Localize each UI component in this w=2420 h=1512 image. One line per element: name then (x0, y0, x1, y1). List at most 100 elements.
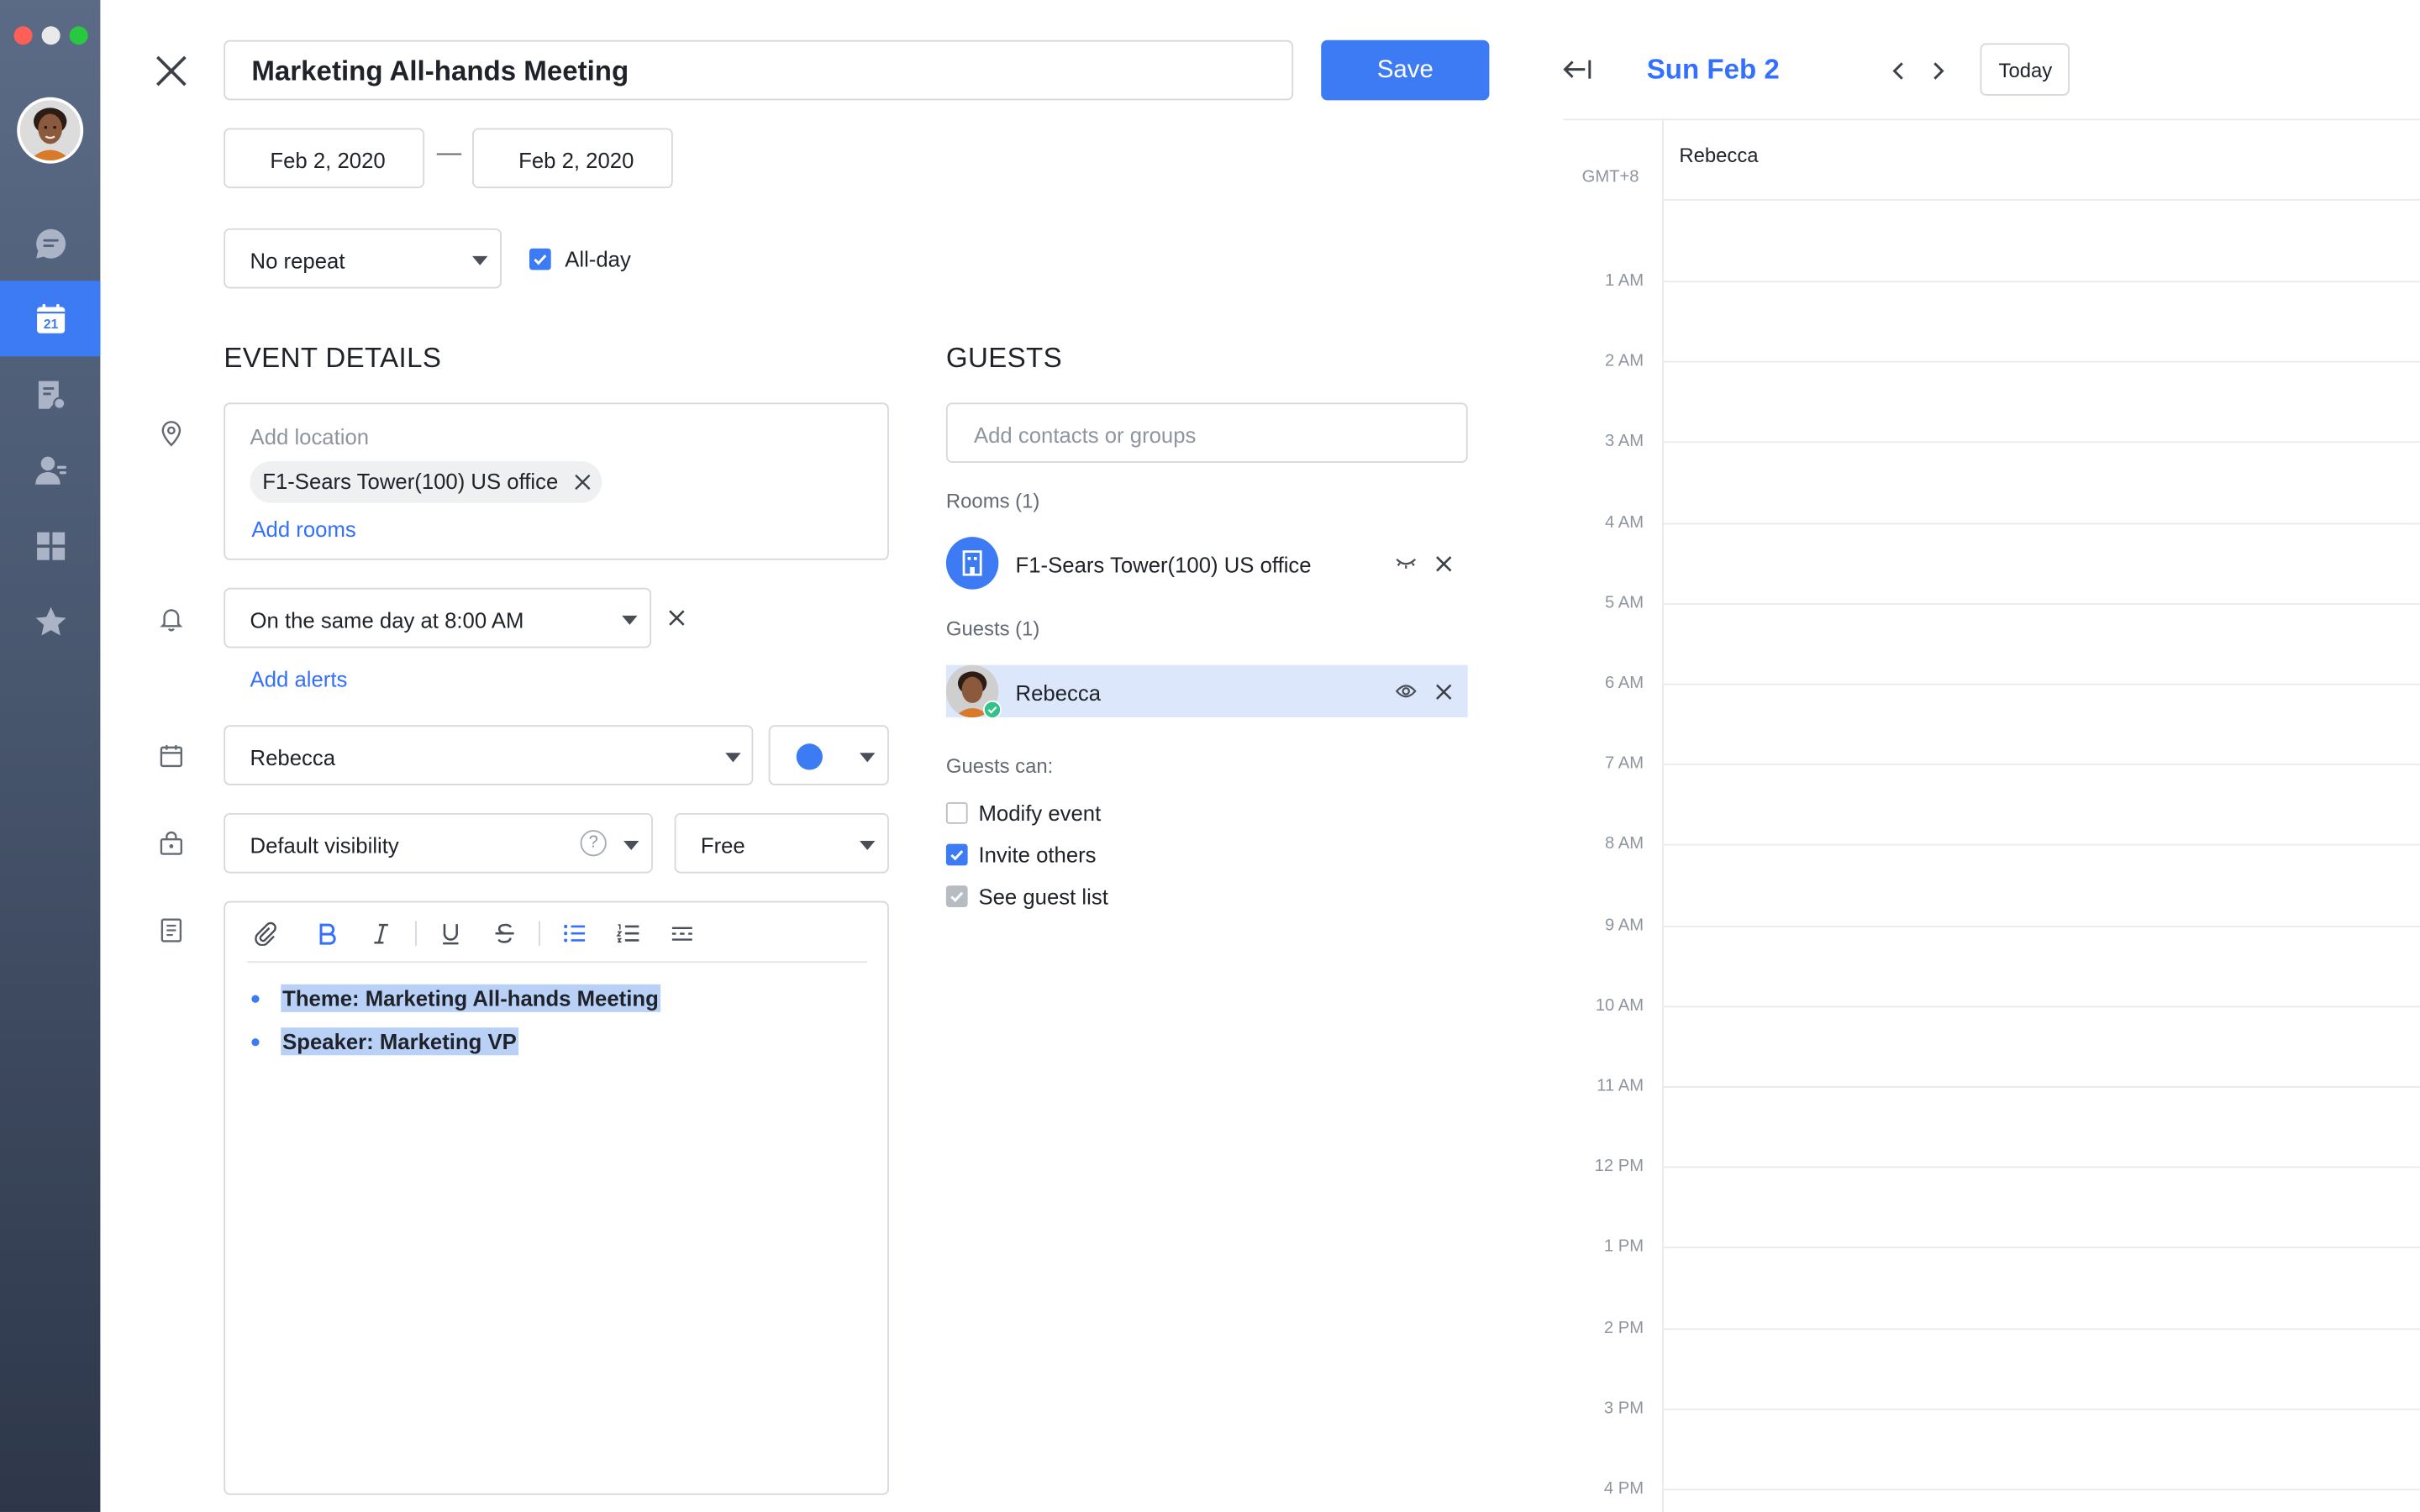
hour-line[interactable] (1662, 1247, 2420, 1249)
check-icon (534, 255, 547, 265)
chevron-right-icon[interactable] (1929, 60, 1948, 82)
event-title-input[interactable]: Marketing All-hands Meeting (224, 39, 1294, 101)
hour-line[interactable] (1662, 1005, 2420, 1007)
time-column-divider (1662, 118, 1664, 1512)
availability-select[interactable]: Free (674, 812, 889, 874)
window-zoom-button[interactable] (69, 26, 88, 45)
sidebar-item-favorites[interactable] (0, 583, 100, 659)
permissions-title: Guests can: (945, 754, 1054, 778)
hour-label: 3 AM (1605, 432, 1644, 452)
guest-name: Rebecca (1015, 680, 1102, 706)
guests-title: GUESTS (945, 342, 1063, 374)
add-rooms-link[interactable]: Add rooms (251, 517, 355, 541)
hour-line[interactable] (1662, 764, 2420, 766)
window-close-button[interactable] (13, 26, 33, 45)
bullet-text: Speaker: Marketing VP (281, 1027, 518, 1056)
calendar-header-divider (1563, 118, 2420, 121)
eye-icon[interactable] (1395, 682, 1417, 701)
italic-icon[interactable] (369, 921, 393, 946)
hour-line[interactable] (1662, 1408, 2420, 1410)
close-icon[interactable] (155, 54, 188, 87)
hour-line[interactable] (1662, 1166, 2420, 1168)
alert-select[interactable]: On the same day at 8:00 AM (224, 587, 652, 648)
sidebar-item-chat[interactable] (0, 205, 100, 281)
hour-line[interactable] (1662, 361, 2420, 363)
hour-line[interactable] (1662, 683, 2420, 685)
help-icon[interactable]: ? (580, 830, 607, 857)
hour-label: 3 PM (1603, 1399, 1644, 1418)
calendar-select[interactable]: Rebecca (224, 725, 754, 785)
sidebar-item-calendar[interactable]: 21 (0, 281, 101, 357)
end-date-field[interactable]: Feb 2, 2020 (472, 128, 673, 189)
hour-line[interactable] (1662, 602, 2420, 605)
hour-label: 2 PM (1603, 1318, 1644, 1337)
all-day-checkbox[interactable] (529, 248, 551, 270)
availability-text: Free (700, 832, 745, 858)
remove-alert-icon[interactable] (668, 609, 685, 626)
invite-others-label: Invite others (978, 842, 1097, 868)
attach-icon[interactable] (253, 921, 277, 946)
alert-text: On the same day at 8:00 AM (250, 607, 524, 633)
docs-icon (37, 380, 66, 409)
divider-icon[interactable] (670, 921, 694, 946)
modify-event-checkbox[interactable] (945, 802, 968, 824)
today-button[interactable]: Today (1980, 43, 2070, 96)
all-day-divider (1662, 198, 2420, 201)
see-guest-list-label: See guest list (978, 884, 1108, 909)
window-minimize-button[interactable] (41, 26, 60, 45)
hour-line[interactable] (1662, 522, 2420, 524)
hour-line[interactable] (1662, 281, 2420, 283)
collapse-panel-icon[interactable] (1562, 57, 1593, 81)
description-editor[interactable]: Theme: Marketing All-hands Meeting Speak… (224, 900, 889, 1495)
sidebar-item-docs[interactable] (0, 356, 100, 432)
hour-line[interactable] (1662, 1086, 2420, 1088)
underline-icon[interactable] (439, 921, 463, 946)
guest-search-input[interactable]: Add contacts or groups (945, 402, 1468, 464)
hour-label: 6 AM (1605, 674, 1644, 693)
bullet-list-icon[interactable] (562, 921, 587, 946)
eye-closed-icon[interactable] (1395, 555, 1417, 570)
event-details-title: EVENT DETAILS (224, 342, 442, 374)
chevron-down-icon (472, 255, 488, 265)
end-date-text: Feb 2, 2020 (518, 148, 634, 173)
hour-line[interactable] (1662, 925, 2420, 927)
app-window: 21 Marketing All-hands Meeting Save Feb … (0, 0, 2420, 1512)
timezone-label: GMT+8 (1581, 168, 1639, 187)
contacts-icon (34, 455, 66, 484)
bold-icon[interactable] (315, 921, 339, 946)
remove-guest-icon[interactable] (1435, 684, 1452, 701)
hour-label: 1 PM (1603, 1237, 1644, 1257)
strikethrough-icon[interactable] (492, 921, 517, 946)
numbered-list-icon[interactable] (616, 921, 640, 946)
save-button[interactable]: Save (1321, 39, 1490, 101)
hour-line[interactable] (1662, 1488, 2420, 1491)
hour-label: 10 AM (1595, 996, 1644, 1016)
invite-others-checkbox[interactable] (945, 843, 968, 866)
hour-line[interactable] (1662, 442, 2420, 444)
sidebar: 21 (0, 0, 101, 1512)
visibility-select[interactable]: Default visibility ? (224, 812, 653, 874)
sidebar-item-workplace[interactable] (0, 507, 100, 583)
user-avatar[interactable] (17, 97, 84, 164)
repeat-select[interactable]: No repeat (224, 228, 502, 289)
room-icon (945, 537, 999, 590)
see-guest-list-checkbox (945, 885, 968, 907)
chevron-down-icon (622, 615, 638, 625)
hour-line[interactable] (1662, 844, 2420, 847)
chevron-left-icon[interactable] (1889, 60, 1907, 82)
start-date-text: Feb 2, 2020 (270, 148, 386, 173)
color-select[interactable] (768, 725, 889, 785)
sidebar-item-contacts[interactable] (0, 432, 100, 507)
accepted-check-icon (982, 700, 1002, 719)
location-chip[interactable]: F1-Sears Tower(100) US office (250, 461, 602, 503)
calendar-date-title: Sun Feb 2 (1646, 54, 1780, 86)
add-alerts-link[interactable]: Add alerts (250, 666, 348, 690)
remove-room-icon[interactable] (1435, 555, 1452, 572)
remove-chip-icon[interactable] (574, 474, 591, 491)
start-date-field[interactable]: Feb 2, 2020 (224, 128, 425, 189)
guest-row[interactable]: Rebecca (945, 664, 1468, 719)
calendar-icon: 21 (36, 302, 65, 333)
hour-line[interactable] (1662, 1327, 2420, 1330)
chevron-down-icon (725, 753, 741, 763)
visibility-text: Default visibility (250, 832, 399, 858)
